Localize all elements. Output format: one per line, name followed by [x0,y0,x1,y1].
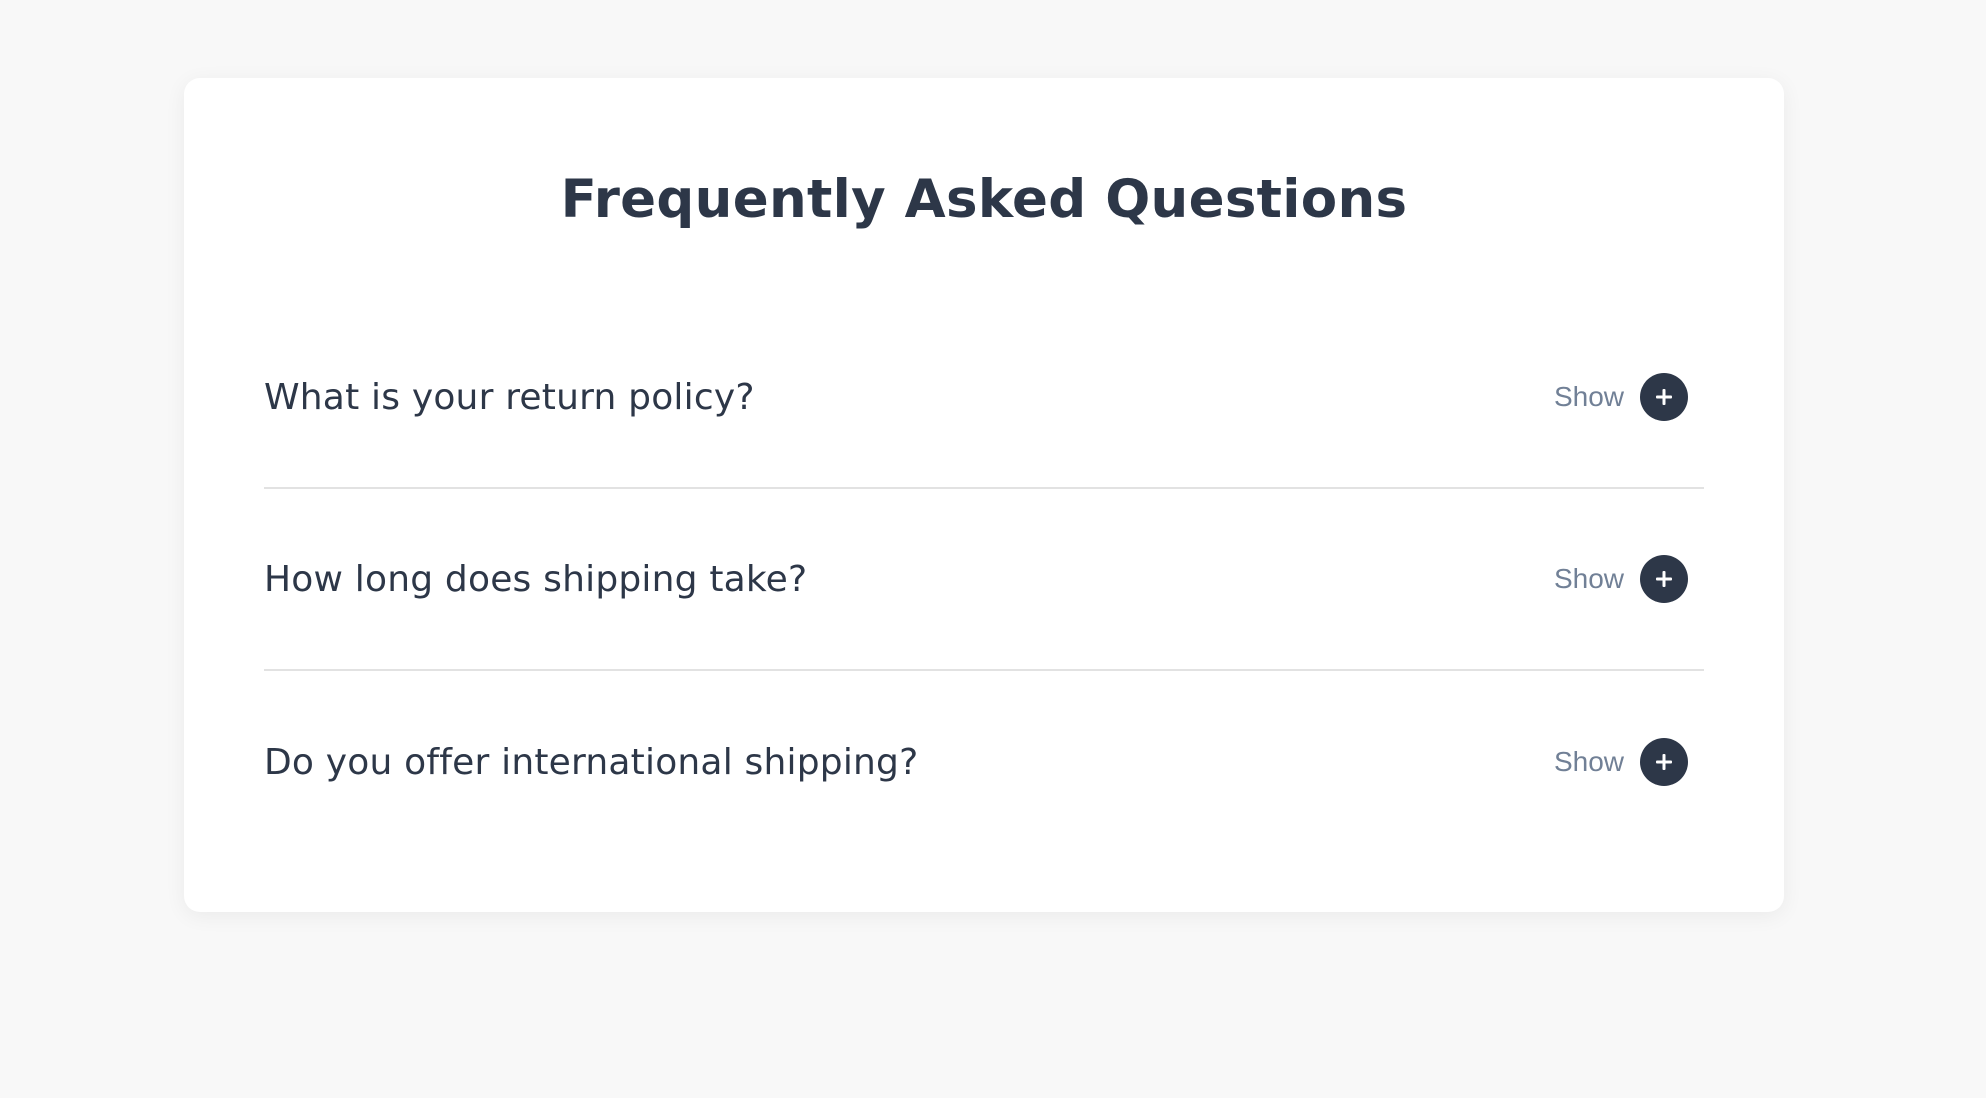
faq-question: Do you offer international shipping? [264,741,919,783]
faq-question: What is your return policy? [264,376,755,418]
faq-question: How long does shipping take? [264,558,808,600]
faq-toggle[interactable]: Show [1554,555,1688,603]
plus-icon[interactable] [1640,555,1688,603]
page-title: Frequently Asked Questions [560,169,1408,230]
plus-icon[interactable] [1640,373,1688,421]
faq-item-international-shipping[interactable]: Do you offer international shipping? Sho… [264,671,1704,853]
faq-card: Frequently Asked Questions What is your … [184,78,1784,912]
show-label[interactable]: Show [1554,563,1624,595]
faq-item-return-policy[interactable]: What is your return policy? Show [264,307,1704,489]
plus-icon[interactable] [1640,738,1688,786]
show-label[interactable]: Show [1554,381,1624,413]
faq-toggle[interactable]: Show [1554,373,1688,421]
faq-item-shipping-time[interactable]: How long does shipping take? Show [264,489,1704,671]
faq-toggle[interactable]: Show [1554,738,1688,786]
faq-list: What is your return policy? Show How lon… [264,307,1704,853]
show-label[interactable]: Show [1554,746,1624,778]
